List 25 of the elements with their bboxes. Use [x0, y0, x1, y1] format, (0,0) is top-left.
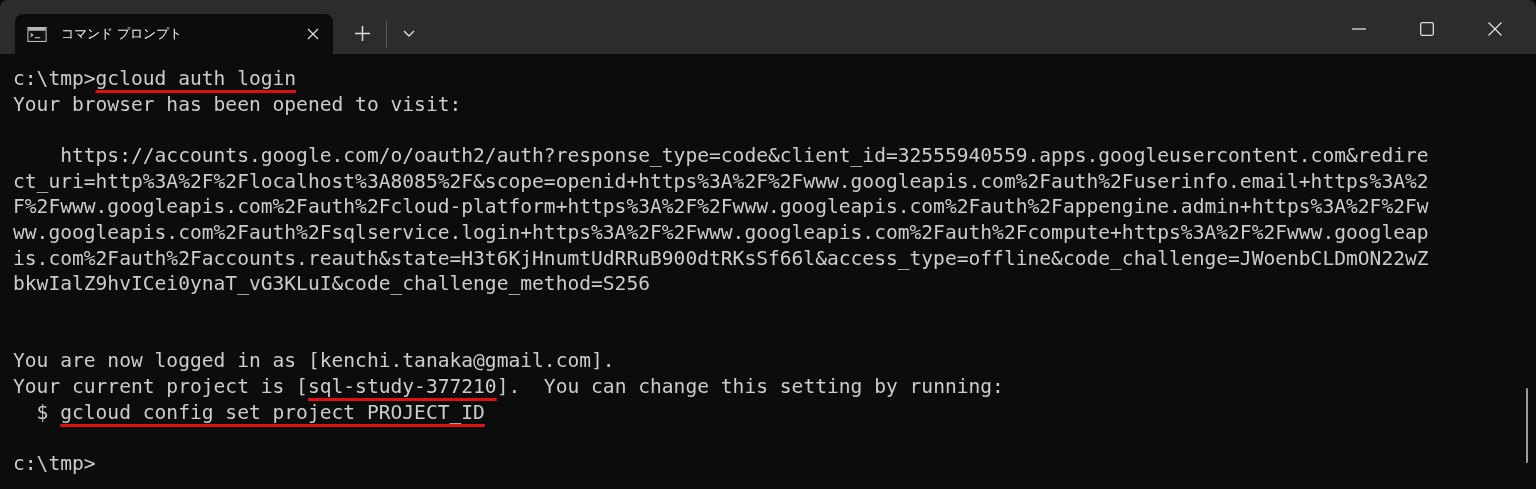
- underlined-text: gcloud config set project PROJECT_ID: [60, 400, 485, 424]
- tab-title: コマンド プロンプト: [61, 25, 184, 43]
- console-icon: [27, 26, 47, 42]
- console-text: is.com%2Fauth%2Faccounts.reauth&state=H3t6KjHnumtUdRRuB900dtRKsSf66l&access_type=offline&code_challenge=JWoenbCLDmON22wZ: [13, 246, 1429, 270]
- close-icon[interactable]: [307, 28, 319, 40]
- console-text: Your browser has been opened to visit:: [13, 92, 462, 116]
- console-text: https://accounts.google.com/o/oauth2/auth?response_type=code&client_id=32555940559.apps.googleusercontent.com&redire: [59, 143, 1429, 167]
- underlined-text: sql-study-377210: [307, 374, 497, 398]
- console-text: ww.googleapis.com%2Fauth%2Fsqlservice.login+https%3A%2F%2Fwww.googleapis.com%2Fauth%2Fcompute+https%3A%2F%2Fwww.googleap: [13, 220, 1429, 244]
- close-icon[interactable]: [1488, 22, 1502, 36]
- console-text: c:\tmp>: [13, 451, 96, 475]
- console-text: bkwIalZ9hvICei0ynaT_vG3KLuI&code_challenge_method=S256: [13, 272, 650, 296]
- underlined-text: gcloud auth login: [95, 67, 297, 90]
- scrollbar-thumb[interactable]: [1526, 388, 1528, 463]
- maximize-icon[interactable]: [1420, 22, 1434, 36]
- console-text: ct_uri=http%3A%2F%2Flocalhost%3A8085%2F&scope=openid+https%3A%2F%2Fwww.googleapis.com%2Fauth%2Fuserinfo.email+https%3A%2: [13, 169, 1429, 193]
- console-text: F%2Fwww.googleapis.com%2Fauth%2Fcloud-platform+https%3A%2F%2Fwww.googleapis.com%2Fauth%2Fappengine.admin+https%3A%2F%2Fw: [13, 195, 1429, 219]
- console-text: $: [35, 400, 50, 424]
- terminal-tab[interactable]: コマンド プロンプト: [15, 14, 333, 54]
- console-text: ]. You can change this setting by running:: [496, 374, 1004, 398]
- console-text: You are now logged in as [kenchi.tanaka@gmail.com].: [13, 349, 615, 373]
- console-text: c:\tmp>: [13, 67, 96, 90]
- new-tab-icon[interactable]: [355, 26, 370, 41]
- console-text: Your current project is [: [13, 374, 308, 398]
- chevron-down-icon[interactable]: [403, 30, 415, 37]
